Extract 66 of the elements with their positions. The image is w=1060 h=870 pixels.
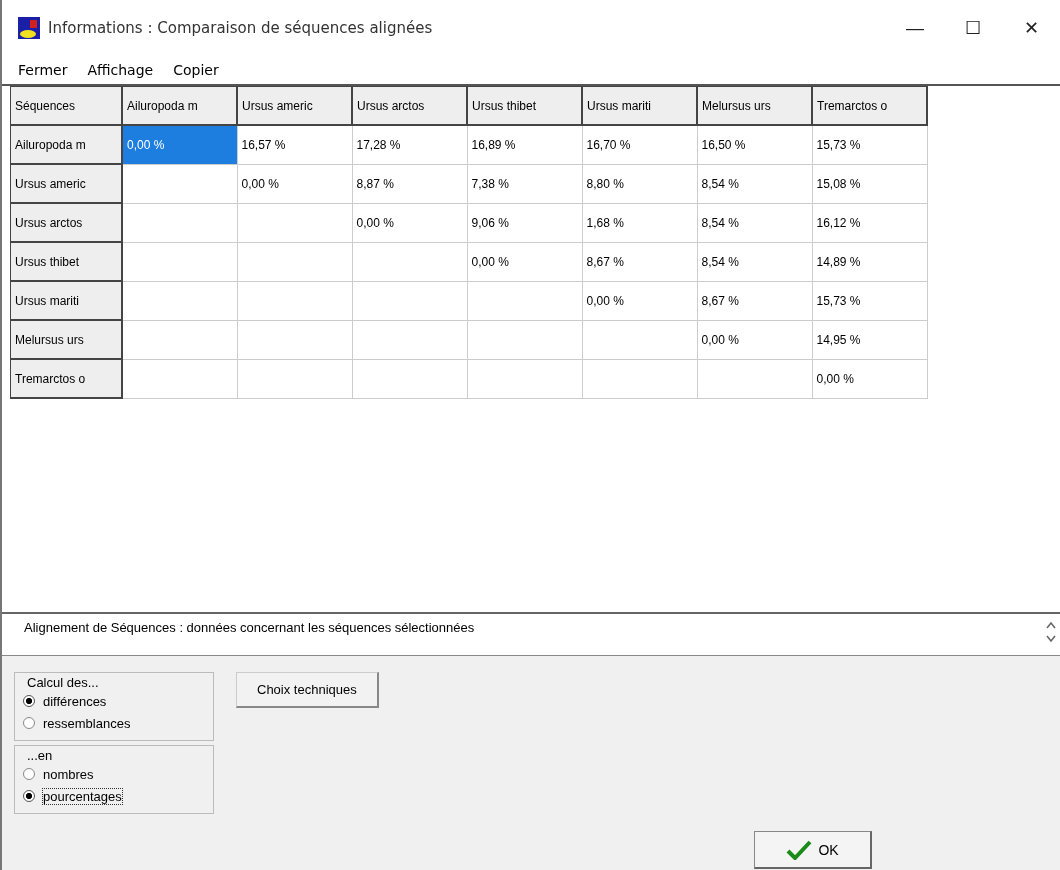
scroll-arrows-icon[interactable] — [1046, 620, 1056, 644]
table-cell: 16,57 % — [237, 125, 352, 164]
table-cell: 0,00 % — [582, 281, 697, 320]
close-button[interactable]: ✕ — [1002, 8, 1060, 48]
radio-button[interactable] — [23, 717, 35, 729]
table-cell: 15,73 % — [812, 125, 927, 164]
table-cell: 15,73 % — [812, 281, 927, 320]
maximize-button[interactable]: ☐ — [944, 8, 1002, 48]
table-cell: 8,67 % — [697, 281, 812, 320]
menu-item[interactable]: Fermer — [18, 62, 68, 78]
table-cell: 16,12 % — [812, 203, 927, 242]
column-header: Melursus urs — [697, 86, 812, 125]
column-header: Ursus americ — [237, 86, 352, 125]
option-label[interactable]: pourcentages — [43, 788, 122, 804]
table-cell: 16,89 % — [467, 125, 582, 164]
ok-button[interactable]: OK — [754, 831, 872, 869]
row-header: Ursus mariti — [10, 281, 122, 320]
table-cell: 16,70 % — [582, 125, 697, 164]
table-cell: 14,89 % — [812, 242, 927, 281]
info-text-box[interactable]: Alignement de Séquences : données concernant les séquences sélectionnées — [2, 612, 1060, 656]
table-cell: 0,00 % — [812, 359, 927, 398]
table-cell: 15,08 % — [812, 164, 927, 203]
column-header: Ursus thibet — [467, 86, 582, 125]
column-header: Ursus mariti — [582, 86, 697, 125]
table-cell: 8,54 % — [697, 203, 812, 242]
table-cell: 8,80 % — [582, 164, 697, 203]
row-header: Tremarctos o — [10, 359, 122, 398]
column-header: Ailuropoda m — [122, 86, 237, 125]
menu-item[interactable]: Copier — [173, 62, 219, 78]
column-header: Tremarctos o — [812, 86, 927, 125]
checkmark-icon — [786, 839, 813, 860]
column-header: Ursus arctos — [352, 86, 467, 125]
techniques-button[interactable]: Choix techniques — [236, 672, 379, 708]
option-label[interactable]: ressemblances — [43, 715, 131, 731]
row-header: Ailuropoda m — [10, 125, 122, 164]
row-header: Ursus arctos — [10, 203, 122, 242]
minimize-button[interactable]: — — [886, 8, 944, 48]
radio-button[interactable] — [23, 768, 35, 780]
table-cell: 8,54 % — [697, 164, 812, 203]
table-cell: 8,67 % — [582, 242, 697, 281]
menu-item[interactable]: Affichage — [87, 62, 154, 78]
option-label[interactable]: nombres — [43, 766, 94, 782]
table-cell: 8,87 % — [352, 164, 467, 203]
table-cell: 0,00 % — [352, 203, 467, 242]
table-cell: 0,00 % — [237, 164, 352, 203]
table-cell: 7,38 % — [467, 164, 582, 203]
row-header: Melursus urs — [10, 320, 122, 359]
radio-button[interactable] — [23, 790, 35, 802]
row-header: Ursus thibet — [10, 242, 122, 281]
table-cell: 9,06 % — [467, 203, 582, 242]
row-header: Ursus americ — [10, 164, 122, 203]
app-icon — [18, 17, 40, 39]
table-cell: 0,00 % — [122, 125, 237, 164]
table-cell: 14,95 % — [812, 320, 927, 359]
table-cell: 1,68 % — [582, 203, 697, 242]
table-cell: 16,50 % — [697, 125, 812, 164]
radio-button[interactable] — [23, 695, 35, 707]
table-cell: 8,54 % — [697, 242, 812, 281]
table-cell: 17,28 % — [352, 125, 467, 164]
option-label[interactable]: différences — [43, 693, 107, 709]
group-title: Calcul des... — [27, 675, 100, 690]
window-title: Informations : Comparaison de séquences alignées — [48, 19, 433, 37]
group-title: ...en — [27, 748, 54, 763]
table-cell: 0,00 % — [697, 320, 812, 359]
table-cell: 0,00 % — [467, 242, 582, 281]
header-cell: Séquences — [10, 86, 122, 125]
